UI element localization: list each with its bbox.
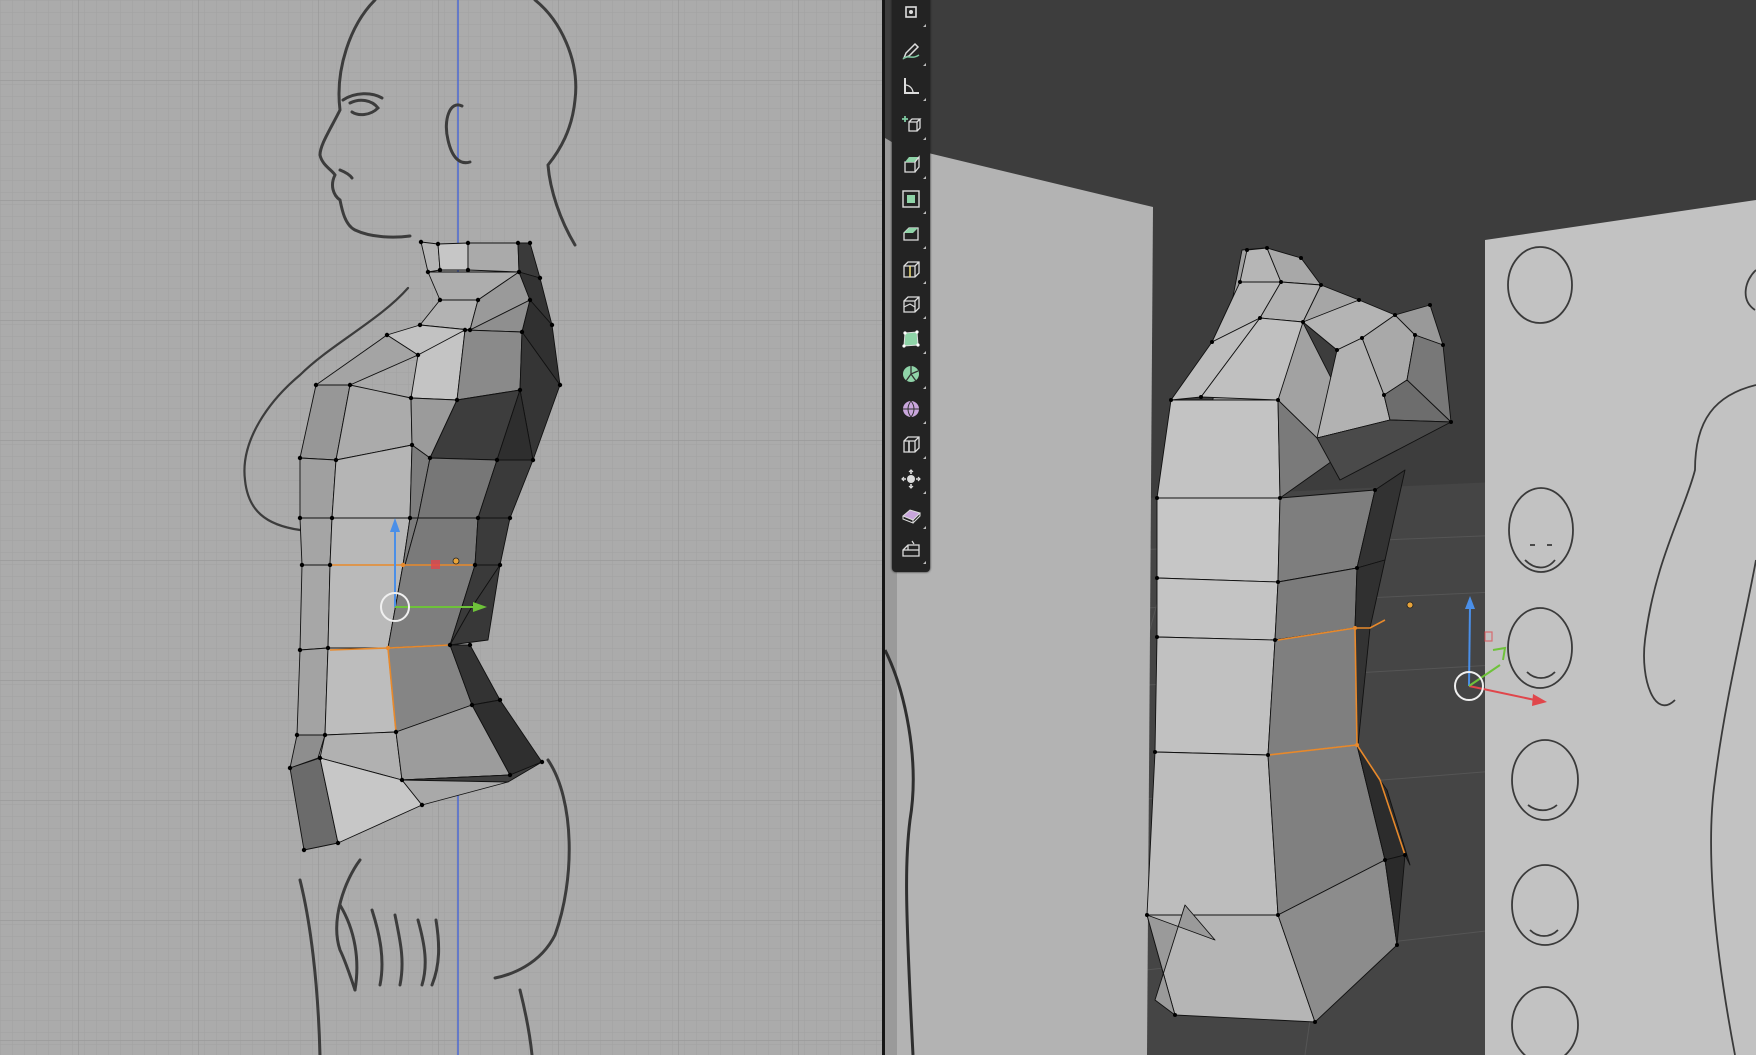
- x-plane-handle-icon[interactable]: [431, 560, 440, 569]
- inset-faces-icon: [902, 190, 920, 208]
- knife-tool-button[interactable]: [895, 288, 927, 320]
- edge-slide-icon: [903, 436, 920, 453]
- smooth-tool-button[interactable]: [895, 393, 927, 425]
- shrink-fatten-tool-button[interactable]: [895, 463, 927, 495]
- knife-icon: [903, 296, 920, 313]
- rip-region-tool-button[interactable]: [895, 533, 927, 565]
- shrink-fatten-icon: [901, 469, 921, 489]
- add-cube-icon: [902, 116, 922, 132]
- pivot-point-icon: [1406, 601, 1414, 609]
- poly-build-icon: [902, 330, 920, 348]
- transform-tool-button[interactable]: [895, 0, 927, 28]
- add-cube-tool-button[interactable]: [895, 109, 927, 141]
- viewport-canvas-left[interactable]: [0, 0, 882, 1055]
- measure-ruler-icon: [904, 78, 919, 94]
- inset-faces-tool-button[interactable]: [895, 183, 927, 215]
- spin-icon: [903, 366, 919, 382]
- extrude-region-icon: [904, 155, 920, 173]
- poly-build-tool-button[interactable]: [895, 323, 927, 355]
- loop-cut-tool-button[interactable]: [895, 253, 927, 285]
- tool-shelf: [892, 0, 930, 572]
- spin-tool-button[interactable]: [895, 358, 927, 390]
- viewport-perspective[interactable]: [885, 0, 1756, 1055]
- bevel-tool-button[interactable]: [895, 218, 927, 250]
- bevel-icon: [903, 227, 919, 241]
- viewport-canvas-right[interactable]: [885, 0, 1756, 1055]
- edge-slide-tool-button[interactable]: [895, 428, 927, 460]
- rip-region-icon: [902, 540, 920, 557]
- loop-cut-icon: [903, 261, 920, 278]
- smooth-icon: [903, 400, 919, 418]
- viewport-side-ortho[interactable]: [0, 0, 882, 1055]
- transform-icon: [905, 6, 917, 18]
- shear-icon: [902, 509, 921, 524]
- reference-board-left: [895, 145, 1153, 1055]
- pivot-point-icon: [452, 557, 460, 565]
- annotate-pencil-icon: [902, 42, 920, 60]
- measure-tool-button[interactable]: [895, 70, 927, 102]
- extrude-region-tool-button[interactable]: [895, 148, 927, 180]
- shear-tool-button[interactable]: [895, 498, 927, 530]
- annotate-tool-button[interactable]: [895, 35, 927, 67]
